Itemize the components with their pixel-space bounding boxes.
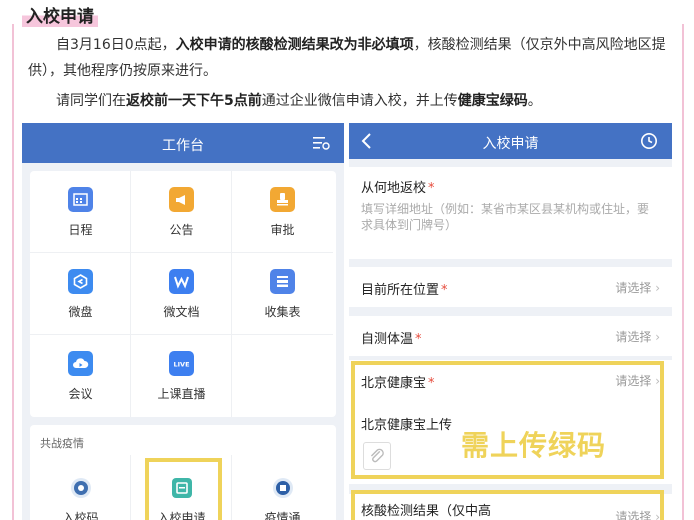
app-label: 审批 [270, 223, 295, 237]
required-mark: * [428, 181, 435, 196]
required-mark: * [441, 283, 448, 298]
epidemic-icon [273, 478, 293, 498]
required-mark: * [415, 332, 422, 347]
paragraph-notice: 自3月16日0点起，入校申请的核酸检测结果改为非必填项，核酸检测结果（仅京外中高… [28, 32, 670, 84]
field-return-from[interactable]: 从何地返校 * 填写详细地址（例如：某省市某区县某机构或住址，要求具体到门牌号） [349, 167, 672, 259]
text-run-bold: 健康宝绿码 [457, 93, 528, 109]
text-run: 通过企业微信申请入校，并上传 [261, 93, 458, 109]
app-school-code[interactable]: 入校码 [30, 455, 131, 520]
field-label: 从何地返校 * [361, 177, 435, 196]
select-placeholder[interactable]: 请选择 [615, 279, 660, 296]
app-calendar[interactable]: 日程 [30, 171, 131, 253]
app-epidemic-pass[interactable]: 疫情通 [232, 455, 333, 520]
megaphone-icon [169, 187, 194, 212]
app-drive[interactable]: 微盘 [30, 253, 131, 335]
field-current-location[interactable]: 目前所在位置 * 请选择 [349, 267, 672, 307]
app-label: 会议 [68, 387, 93, 401]
app-live-class[interactable]: LIVE 上课直播 [131, 335, 232, 417]
workbench-header: 工作台 [22, 123, 344, 163]
live-icon: LIVE [169, 351, 194, 376]
app-label: 疫情通 [264, 511, 301, 520]
apply-form-header: 入校申请 [349, 123, 672, 159]
app-label: 入校码 [62, 511, 99, 520]
app-announcement[interactable]: 公告 [131, 171, 232, 253]
app-collect-form[interactable]: 收集表 [232, 253, 333, 335]
text-run-bold: 入校申请的核酸检测结果改为非必填项 [175, 37, 414, 53]
label-text: 从何地返校 [361, 181, 427, 196]
app-label: 公告 [169, 223, 194, 237]
app-approval[interactable]: 审批 [232, 171, 333, 253]
app-label: 上课直播 [157, 387, 206, 401]
paragraph-instruction: 请同学们在返校前一天下午5点前通过企业微信申请入校，并上传健康宝绿码。 [28, 88, 670, 114]
select-placeholder[interactable]: 请选择 [615, 328, 660, 345]
app-meeting[interactable]: 会议 [30, 335, 131, 417]
svg-text:LIVE: LIVE [173, 361, 189, 369]
doc-w-icon [169, 269, 194, 294]
label-text: 自测体温 [361, 332, 414, 347]
cloud-meeting-icon [68, 351, 93, 376]
stamp-icon [270, 187, 295, 212]
form-icon [270, 269, 295, 294]
apply-form-title: 入校申请 [482, 136, 539, 152]
address-input-placeholder[interactable]: 填写详细地址（例如：某省市某区县某机构或住址，要求具体到门牌号） [361, 201, 651, 233]
calendar-icon [68, 187, 93, 212]
filter-menu-icon[interactable] [312, 135, 330, 151]
app-label: 微文档 [163, 305, 200, 319]
app-label: 日程 [68, 223, 93, 237]
text-run: 请同学们在 [56, 93, 126, 109]
field-label: 目前所在位置 * [361, 279, 448, 298]
text-run: 。 [527, 93, 542, 109]
field-label: 自测体温 * [361, 328, 422, 347]
app-label: 收集表 [264, 305, 301, 319]
app-document[interactable]: 微文档 [131, 253, 232, 335]
drive-icon [68, 269, 93, 294]
highlight-box-health-code [351, 361, 664, 479]
app-label: 微盘 [68, 305, 93, 319]
app-grid: 日程 公告 审批 微盘 微文档 收集表 会议 LIVE 上课直播 [30, 171, 336, 417]
workbench-title: 工作台 [162, 138, 204, 154]
field-temperature[interactable]: 自测体温 * 请选择 [349, 316, 672, 356]
section-title: 共战疫情 [40, 437, 84, 450]
history-clock-icon[interactable] [640, 132, 658, 150]
highlight-box-nucleic [351, 490, 664, 520]
text-run: 自3月16日0点起， [56, 37, 176, 53]
label-text: 目前所在位置 [361, 283, 440, 298]
text-run-bold: 返校前一天下午5点前 [126, 93, 262, 109]
qr-icon [71, 478, 91, 498]
highlight-box-school-apply [145, 458, 222, 520]
